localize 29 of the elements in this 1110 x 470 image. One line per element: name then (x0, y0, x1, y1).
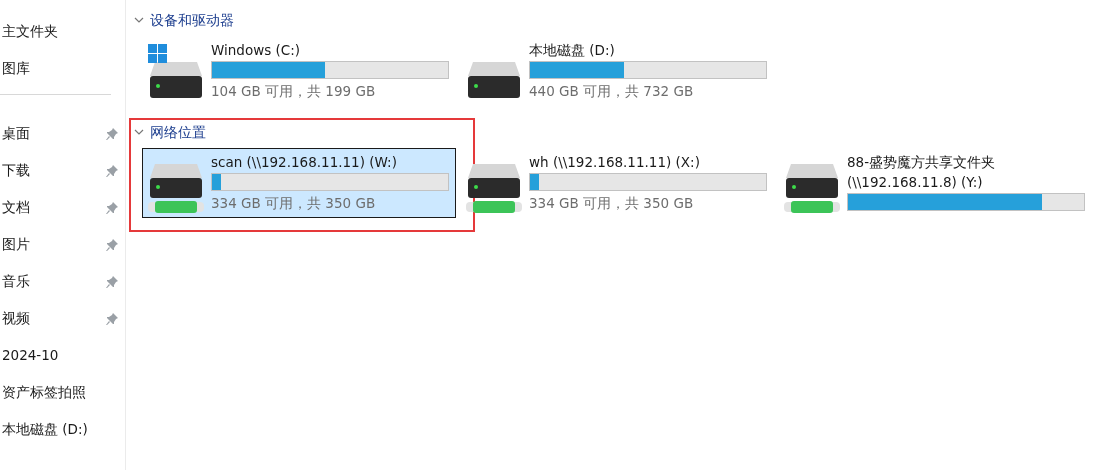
drive-tile[interactable]: 本地磁盘 (D:) 440 GB 可用，共 732 GB (460, 36, 774, 106)
free-space-text: 334 GB 可用，共 350 GB (529, 194, 695, 213)
free-space-text: 440 GB 可用，共 732 GB (529, 82, 695, 101)
sidebar-item[interactable]: 文档 (2, 197, 30, 218)
drive-name: scan (\\192.168.11.11) (W:) (211, 153, 398, 172)
sidebar-item[interactable]: 主文件夹 (2, 21, 58, 42)
chevron-icon[interactable] (134, 127, 144, 137)
drive-name: wh (\\192.168.11.11) (X:) (529, 153, 701, 172)
drive-tile[interactable]: Windows (C:) 104 GB 可用，共 199 GB (142, 36, 456, 106)
drive-name: 本地磁盘 (D:) (529, 41, 616, 60)
drive-name: 88-盛势魔方共享文件夹 (\\192.168.11.8) (Y:) (847, 153, 997, 192)
sidebar-item[interactable]: 下载 (2, 160, 30, 181)
sidebar-item[interactable]: 资产标签拍照 (2, 382, 86, 403)
sidebar-item[interactable]: 图库 (2, 58, 30, 79)
section-title[interactable]: 设备和驱动器 (150, 9, 234, 31)
drive-name: Windows (C:) (211, 41, 302, 60)
free-space-text: 334 GB 可用，共 350 GB (211, 194, 377, 213)
drive-tile[interactable]: 88-盛势魔方共享文件夹 (\\192.168.11.8) (Y:) (778, 148, 1092, 218)
free-space-text: 104 GB 可用，共 199 GB (211, 82, 377, 101)
sidebar-item[interactable]: 2024-10 (2, 345, 59, 366)
sidebar-item[interactable]: 本地磁盘 (D:) (2, 419, 88, 440)
sidebar-item[interactable]: 视频 (2, 308, 30, 329)
drive-tile[interactable]: scan (\\192.168.11.11) (W:) 334 GB 可用，共 350 GB (142, 148, 456, 218)
sidebar-item[interactable]: 桌面 (2, 123, 30, 144)
chevron-icon[interactable] (134, 15, 144, 25)
section-title[interactable]: 网络位置 (150, 121, 206, 143)
sidebar-item[interactable]: 音乐 (2, 271, 30, 292)
drive-tile[interactable]: wh (\\192.168.11.11) (X:) 334 GB 可用，共 350 GB (460, 148, 774, 218)
sidebar-item[interactable]: 图片 (2, 234, 30, 255)
